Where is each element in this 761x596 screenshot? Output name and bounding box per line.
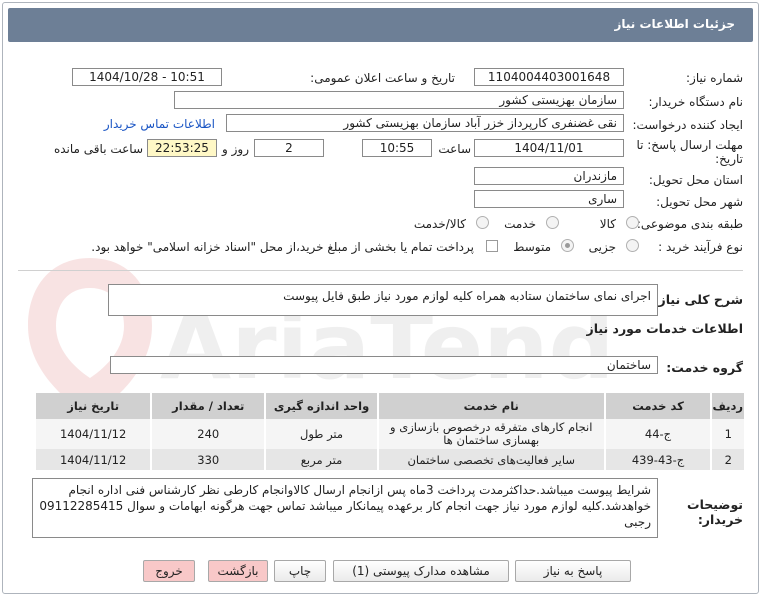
- deadline-label: مهلت ارسال پاسخ: تا: [636, 138, 743, 152]
- creator-label: ایجاد کننده درخواست:: [632, 118, 743, 132]
- category-label: طبقه بندی موضوعی:: [636, 217, 743, 231]
- process-type-label: نوع فرآیند خرید :: [658, 240, 743, 254]
- col-date-header: تاریخ نیاز: [33, 393, 152, 419]
- process-option-minor: جزیی: [588, 240, 616, 254]
- need-number-label: شماره نیاز:: [686, 71, 743, 85]
- days-label: روز و: [222, 142, 249, 156]
- buyer-notes-label: توضیحات: [687, 497, 743, 512]
- treasury-payment-note: پرداخت تمام یا بخشی از مبلغ خرید،از محل …: [91, 240, 474, 254]
- buyer-contact-link[interactable]: اطلاعات تماس خریدار: [104, 117, 215, 131]
- city-label: شهر محل تحویل:: [656, 195, 743, 209]
- buyer-notes-textarea: شرایط پیوست میباشد.حداکثرمدت پرداخت 3ماه…: [32, 478, 658, 538]
- creator-field: نقی غضنفری کارپرداز خزر آباد سازمان بهزی…: [226, 114, 624, 132]
- deadline-time-label: ساعت: [438, 142, 471, 156]
- cell-name: انجام کارهای متفرقه درخصوص بازسازی و بهس…: [376, 419, 605, 449]
- table-row: 2 ج-43-439 سایر فعالیت‌های تخصصی ساختمان…: [33, 449, 744, 470]
- cell-unit: متر طول: [264, 419, 378, 449]
- announce-label: تاریخ و ساعت اعلان عمومی:: [310, 71, 455, 85]
- col-unit-header: واحد اندازه گیری: [264, 393, 378, 419]
- process-radio-minor[interactable]: [626, 239, 639, 252]
- time-remaining-label: ساعت باقی مانده: [53, 142, 143, 156]
- process-option-medium: متوسط: [513, 240, 551, 254]
- process-radio-medium[interactable]: [561, 239, 574, 252]
- category-option-both: کالا/خدمت: [413, 217, 466, 231]
- cell-row: 2: [710, 449, 744, 470]
- table-row: 1 ج-44 انجام کارهای متفرقه درخصوص بازساز…: [33, 419, 744, 449]
- category-radio-service[interactable]: [546, 216, 559, 229]
- services-table: ردیف کد خدمت نام خدمت واحد اندازه گیری ت…: [33, 393, 744, 470]
- table-header-row: ردیف کد خدمت نام خدمت واحد اندازه گیری ت…: [33, 393, 744, 419]
- cell-date: 1404/11/12: [33, 449, 152, 470]
- announce-datetime-field: 1404/10/28 - 10:51: [72, 68, 222, 86]
- category-radio-goods[interactable]: [626, 216, 639, 229]
- print-button[interactable]: چاپ: [274, 560, 326, 582]
- category-option-service: خدمت: [504, 217, 536, 231]
- services-section-title: اطلاعات خدمات مورد نیاز: [586, 321, 744, 336]
- col-name-header: نام خدمت: [376, 393, 605, 419]
- cell-name: سایر فعالیت‌های تخصصی ساختمان: [376, 449, 605, 470]
- back-button[interactable]: بازگشت: [208, 560, 268, 582]
- buyer-notes-text: شرایط پیوست میباشد.حداکثرمدت پرداخت 3ماه…: [39, 483, 651, 529]
- time-remaining-field: 22:53:25: [147, 139, 217, 157]
- buyer-notes-label-2: خریدار:: [697, 512, 743, 527]
- service-group-field: ساختمان: [110, 356, 658, 374]
- col-qty-header: تعداد / مقدار: [150, 393, 266, 419]
- exit-button[interactable]: خروج: [143, 560, 195, 582]
- col-code-header: کد خدمت: [603, 393, 712, 419]
- section-divider: [18, 270, 743, 271]
- category-option-goods: کالا: [599, 217, 616, 231]
- cell-qty: 240: [150, 419, 266, 449]
- summary-text: اجرای نمای ساختمان ستادبه همراه کلیه لوا…: [283, 289, 651, 303]
- cell-row: 1: [710, 419, 744, 449]
- buyer-org-field: سازمان بهزیستی کشور: [174, 91, 624, 109]
- cell-code: ج-44: [603, 419, 712, 449]
- city-field: ساری: [474, 190, 624, 208]
- buyer-org-label: نام دستگاه خریدار:: [648, 95, 744, 109]
- days-remaining-field: 2: [254, 139, 324, 157]
- cell-date: 1404/11/12: [33, 419, 152, 449]
- cell-unit: متر مربع: [264, 449, 378, 470]
- page-title: جزئیات اطلاعات نیاز: [614, 17, 735, 31]
- category-radio-both[interactable]: [476, 216, 489, 229]
- province-label: استان محل تحویل:: [648, 173, 743, 187]
- cell-qty: 330: [150, 449, 266, 470]
- province-field: مازندران: [474, 167, 624, 185]
- need-number-field: 1104004403001648: [474, 68, 624, 86]
- view-attachments-button[interactable]: مشاهده مدارک پیوستی (1): [333, 560, 509, 582]
- cell-code: ج-43-439: [603, 449, 712, 470]
- reply-button[interactable]: پاسخ به نیاز: [515, 560, 631, 582]
- summary-label: شرح کلی نیاز:: [653, 292, 743, 307]
- deadline-time-field: 10:55: [362, 139, 432, 157]
- col-row-header: ردیف: [710, 393, 744, 419]
- summary-textarea: اجرای نمای ساختمان ستادبه همراه کلیه لوا…: [108, 284, 658, 316]
- deadline-date-field: 1404/11/01: [474, 139, 624, 157]
- treasury-payment-checkbox[interactable]: [486, 240, 498, 252]
- service-group-label: گروه خدمت:: [666, 360, 743, 375]
- deadline-label-date: تاریخ:: [715, 152, 743, 166]
